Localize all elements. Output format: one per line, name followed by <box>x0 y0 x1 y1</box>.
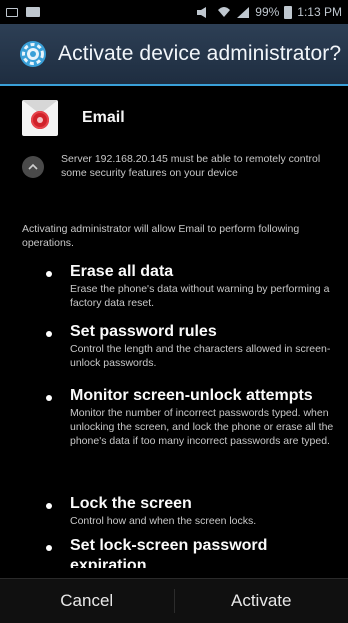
server-notice: Server 192.168.20.145 must be able to re… <box>22 152 332 180</box>
bullet-icon <box>46 395 52 401</box>
signal-icon <box>236 6 250 18</box>
gear-icon <box>18 39 48 69</box>
policy-item: Set lock-screen password expiration <box>46 536 336 568</box>
dialog-title: Activate device administrator? <box>58 42 341 66</box>
mute-icon <box>196 6 212 18</box>
policy-title: Erase all data <box>70 262 336 282</box>
screenshot-notification-icon <box>6 8 18 17</box>
policy-title: Monitor screen-unlock attempts <box>70 386 336 406</box>
clock: 1:13 PM <box>297 5 342 19</box>
dialog-content[interactable]: Email Server 192.168.20.145 must be able… <box>0 86 348 568</box>
cancel-button[interactable]: Cancel <box>0 579 174 623</box>
expand-icon[interactable] <box>22 156 44 178</box>
policy-title: Lock the screen <box>70 494 336 514</box>
wifi-icon <box>217 6 231 18</box>
status-bar-left <box>6 7 40 17</box>
bullet-icon <box>46 331 52 337</box>
intro-text: Activating administrator will allow Emai… <box>22 222 330 250</box>
policy-item: Set password rules Control the length an… <box>46 322 336 370</box>
policy-title: Set lock-screen password expiration <box>70 536 336 568</box>
button-bar: Cancel Activate <box>0 578 348 623</box>
battery-percent: 99% <box>255 5 279 19</box>
policy-description: Control the length and the characters al… <box>70 342 336 370</box>
status-bar: 99% 1:13 PM <box>0 0 348 24</box>
status-bar-right: 99% 1:13 PM <box>196 5 342 19</box>
policy-description: Control how and when the screen locks. <box>70 514 336 528</box>
activate-button[interactable]: Activate <box>175 579 348 623</box>
policy-description: Erase the phone's data without warning b… <box>70 282 336 310</box>
app-name: Email <box>82 109 125 127</box>
bullet-icon <box>46 271 52 277</box>
battery-icon <box>284 6 292 19</box>
server-notice-text: Server 192.168.20.145 must be able to re… <box>61 152 332 180</box>
policy-title: Set password rules <box>70 322 336 342</box>
policy-item: Monitor screen-unlock attempts Monitor t… <box>46 386 336 448</box>
title-bar: Activate device administrator? <box>0 24 348 86</box>
bullet-icon <box>46 545 52 551</box>
message-notification-icon <box>26 7 40 17</box>
policy-item: Lock the screen Control how and when the… <box>46 494 336 528</box>
policy-item: Erase all data Erase the phone's data wi… <box>46 262 336 310</box>
app-header: Email <box>22 100 125 136</box>
policy-description: Monitor the number of incorrect password… <box>70 406 336 448</box>
bullet-icon <box>46 503 52 509</box>
email-app-icon <box>22 100 58 136</box>
